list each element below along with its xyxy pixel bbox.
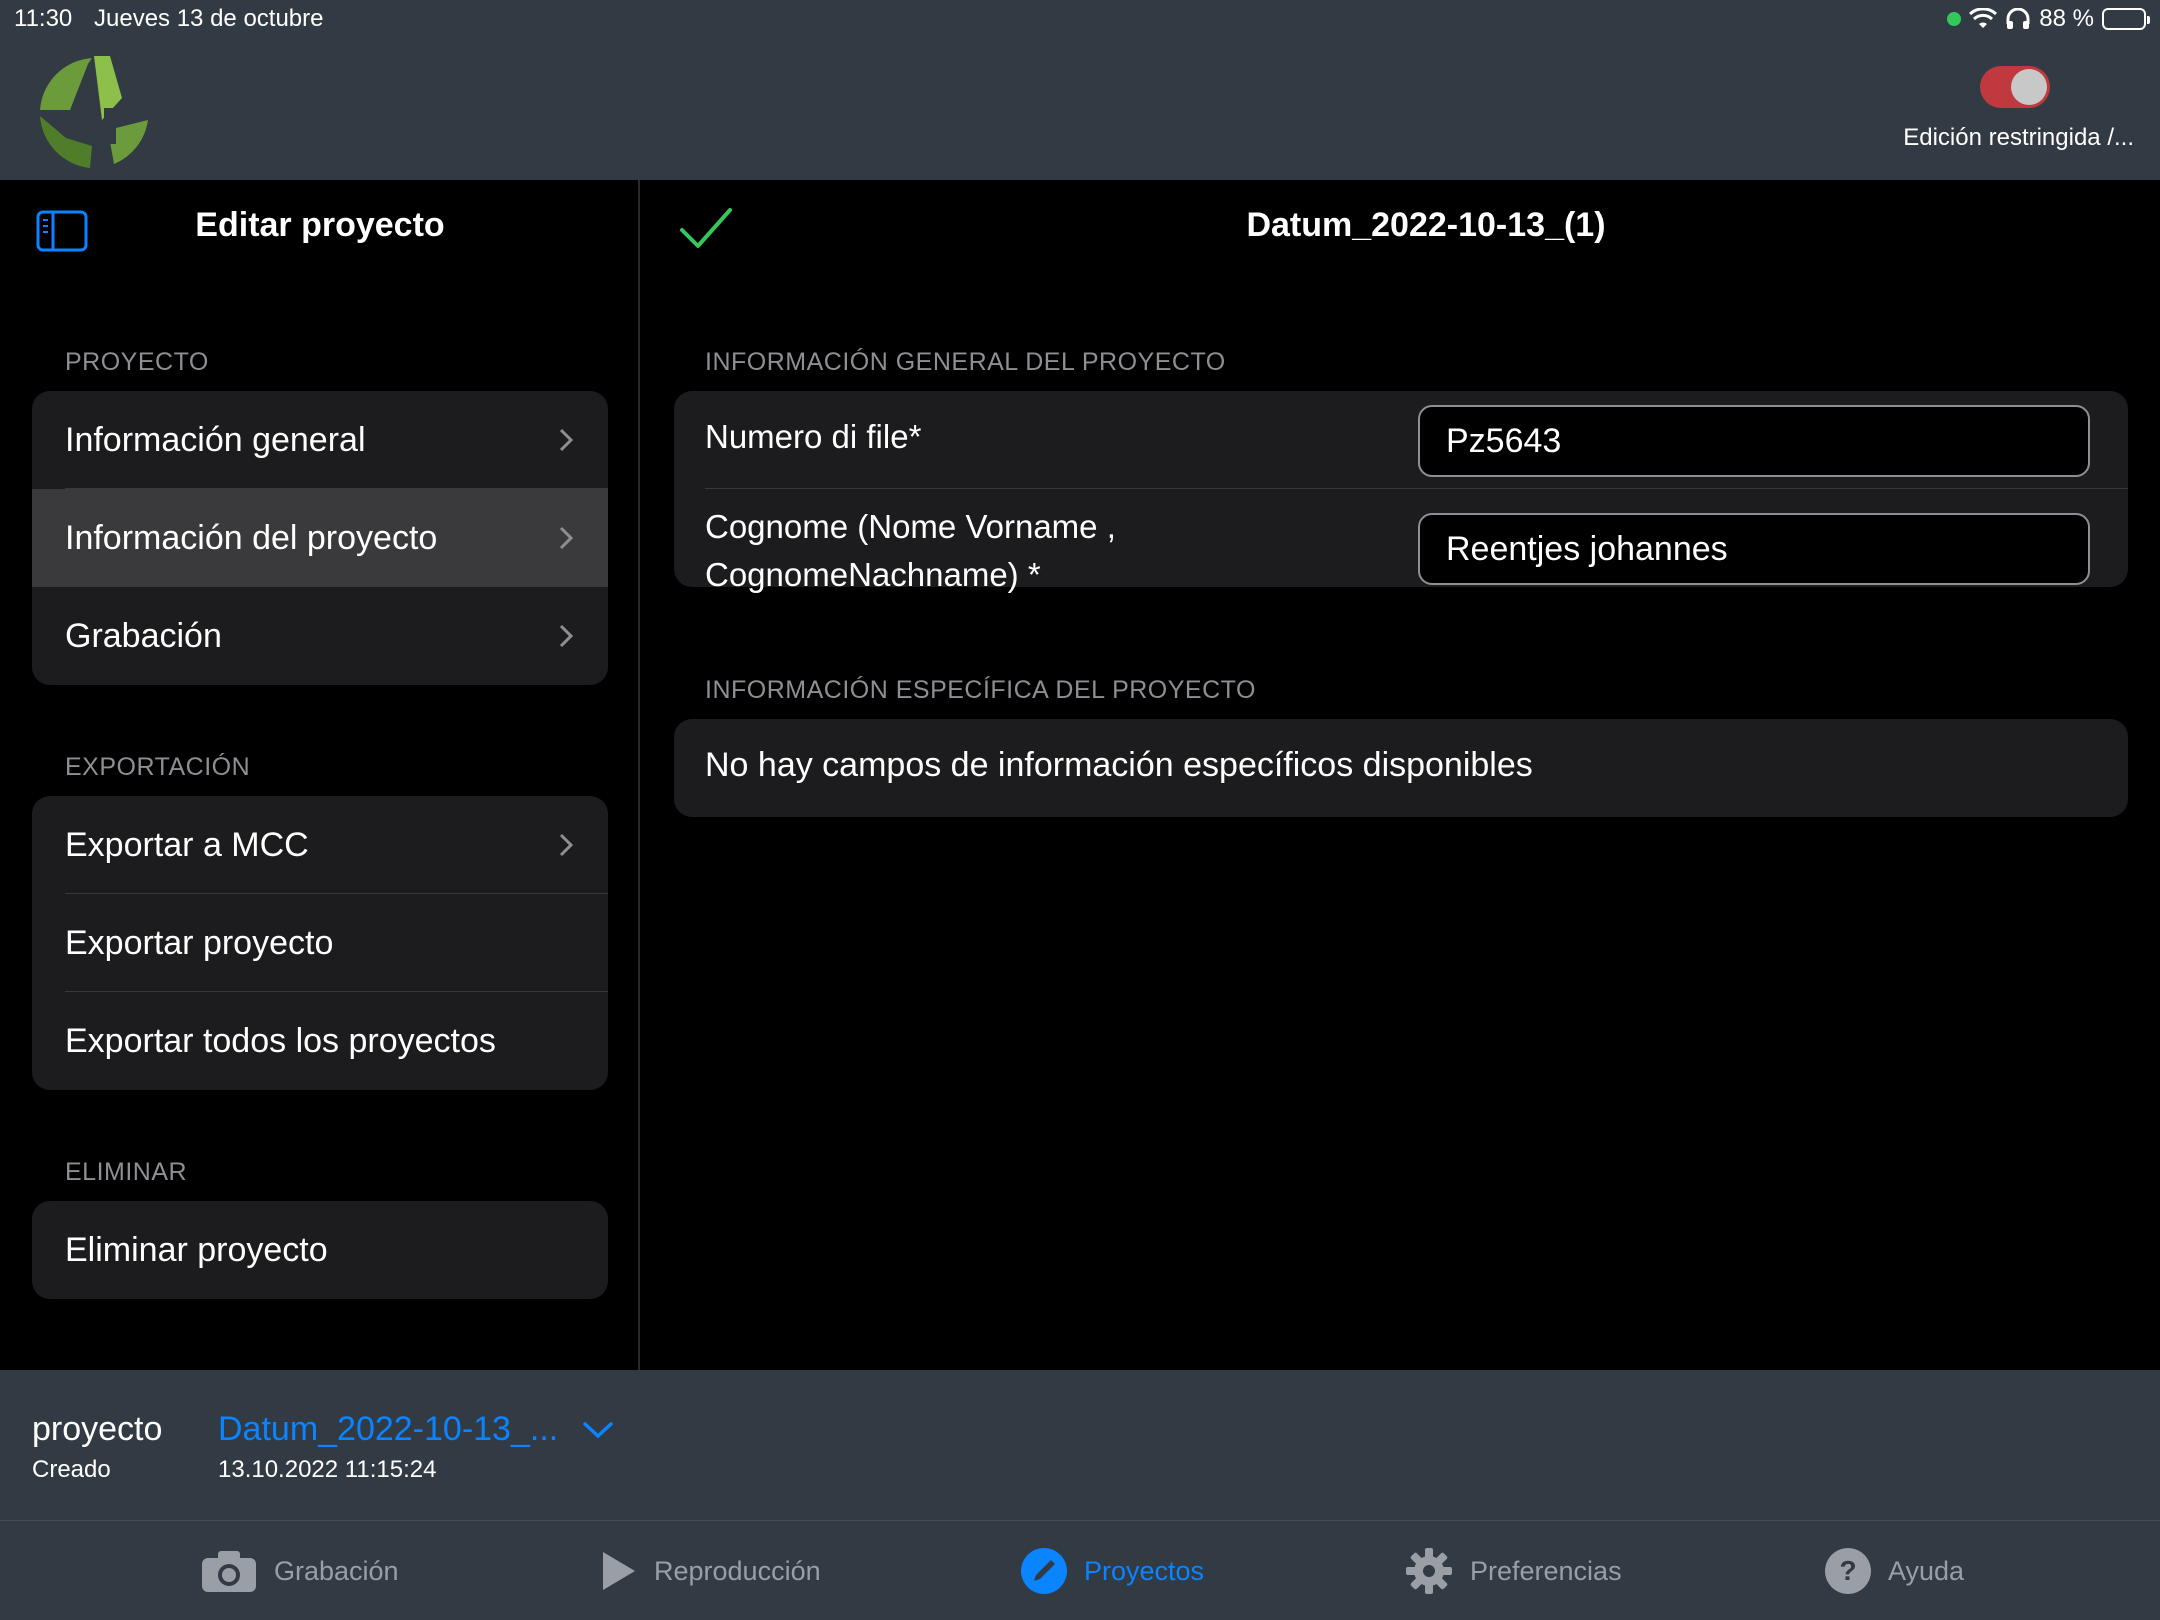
status-indicators: 88 % — [1947, 5, 2150, 33]
surname-input[interactable]: Reentjes johannes — [1418, 513, 2090, 585]
sidebar-item-informacion-general[interactable]: Información general — [32, 391, 608, 489]
help-icon: ? — [1825, 1548, 1871, 1594]
section-label-eliminar: ELIMINAR — [65, 1158, 188, 1186]
sidebar-item-label: Eliminar proyecto — [65, 1230, 328, 1269]
gear-icon — [1406, 1548, 1452, 1594]
chevron-right-icon — [559, 624, 574, 648]
chevron-right-icon — [559, 833, 574, 857]
camera-icon — [202, 1551, 256, 1592]
sidebar-item-label: Exportar proyecto — [65, 923, 334, 962]
sidebar-item-label: Exportar a MCC — [65, 825, 309, 864]
restricted-edit-toggle[interactable] — [1980, 66, 2050, 108]
tab-reproduccion[interactable]: Reproducción — [600, 1521, 821, 1620]
sidebar-item-label: Información general — [65, 420, 366, 459]
status-bar: 11:30 Jueves 13 de octubre 88 % — [0, 0, 2160, 40]
headphones-icon — [2006, 8, 2030, 29]
section-label-specific: INFORMACIÓN ESPECÍFICA DEL PROYECTO — [705, 676, 1256, 704]
sidebar-item-label: Grabación — [65, 616, 222, 655]
footer-created-date: 13.10.2022 11:15:24 — [218, 1456, 437, 1483]
field-label-numero: Numero di file* — [705, 418, 922, 455]
footer-created-label: Creado — [32, 1456, 111, 1483]
section-label-general: INFORMACIÓN GENERAL DEL PROYECTO — [705, 348, 1226, 376]
field-label-cognome-line1: Cognome (Nome Vorname , — [705, 508, 1116, 545]
field-label-cognome-line2: CognomeNachname) * — [705, 556, 1041, 593]
tab-preferencias[interactable]: Preferencias — [1404, 1521, 1622, 1620]
tab-label: Grabación — [274, 1555, 399, 1586]
group-proyecto: Información general Información del proy… — [32, 391, 608, 685]
tab-label: Proyectos — [1084, 1555, 1205, 1586]
sidebar-item-label: Información del proyecto — [65, 518, 438, 557]
app-header: 11:30 Jueves 13 de octubre 88 % Edición … — [0, 0, 2160, 180]
footer-project-label: proyecto — [32, 1410, 163, 1448]
battery-icon — [2102, 8, 2150, 30]
chevron-right-icon — [559, 428, 574, 452]
tab-grabacion[interactable]: Grabación — [200, 1521, 399, 1620]
sidebar-item-exportar-mcc[interactable]: Exportar a MCC — [32, 796, 608, 894]
tab-label: Preferencias — [1470, 1555, 1622, 1586]
sidebar-item-informacion-del-proyecto[interactable]: Información del proyecto — [32, 489, 608, 587]
app-logo-icon — [40, 56, 148, 168]
specific-empty-message: No hay campos de información específicos… — [705, 746, 1533, 784]
chevron-right-icon — [559, 526, 574, 550]
section-label-exportacion: EXPORTACIÓN — [65, 753, 251, 781]
specific-info-card: No hay campos de información específicos… — [674, 719, 2128, 817]
tab-label: Reproducción — [654, 1555, 821, 1586]
sidebar-item-exportar-proyecto[interactable]: Exportar proyecto — [32, 894, 608, 992]
general-info-card: Numero di file* Pz5643 Cognome (Nome Vor… — [674, 391, 2128, 593]
pencil-circle-icon — [1021, 1548, 1067, 1594]
detail-pane: Datum_2022-10-13_(1) INFORMACIÓN GENERAL… — [642, 180, 2160, 1370]
tab-label: Ayuda — [1888, 1555, 1965, 1586]
group-exportacion: Exportar a MCC Exportar proyecto Exporta… — [32, 796, 608, 1090]
sidebar: Editar proyecto PROYECTO Información gen… — [0, 180, 640, 1370]
project-selector[interactable]: Datum_2022-10-13_... — [218, 1410, 558, 1449]
sidebar-item-exportar-todos[interactable]: Exportar todos los proyectos — [32, 992, 608, 1090]
sidebar-item-grabacion[interactable]: Grabación — [32, 587, 608, 685]
play-icon — [603, 1552, 635, 1590]
section-label-proyecto: PROYECTO — [65, 348, 209, 376]
wifi-icon — [1969, 8, 1998, 28]
svg-text:?: ? — [1839, 1555, 1856, 1586]
project-footer: proyecto Creado Datum_2022-10-13_... 13.… — [0, 1370, 2160, 1520]
group-eliminar: Eliminar proyecto — [32, 1201, 608, 1299]
mic-indicator-icon — [1947, 12, 1962, 26]
sidebar-title: Editar proyecto — [195, 206, 445, 244]
sidebar-item-label: Exportar todos los proyectos — [65, 1021, 496, 1060]
battery-percentage: 88 % — [2039, 5, 2094, 32]
detail-title: Datum_2022-10-13_(1) — [1246, 206, 1606, 244]
tab-proyectos[interactable]: Proyectos — [1020, 1521, 1204, 1620]
file-number-input[interactable]: Pz5643 — [1418, 405, 2090, 477]
toggle-knob — [2011, 69, 2047, 105]
tab-bar: Grabación Reproducción Proyectos Prefere… — [0, 1520, 2160, 1620]
tab-ayuda[interactable]: ? Ayuda — [1824, 1521, 1964, 1620]
chevron-down-icon[interactable] — [582, 1420, 614, 1440]
restricted-edit-label: Edición restringida /... — [1903, 124, 2134, 151]
status-time: 11:30 — [14, 5, 73, 32]
status-date: Jueves 13 de octubre — [94, 5, 324, 32]
sidebar-item-eliminar-proyecto[interactable]: Eliminar proyecto — [32, 1201, 608, 1299]
